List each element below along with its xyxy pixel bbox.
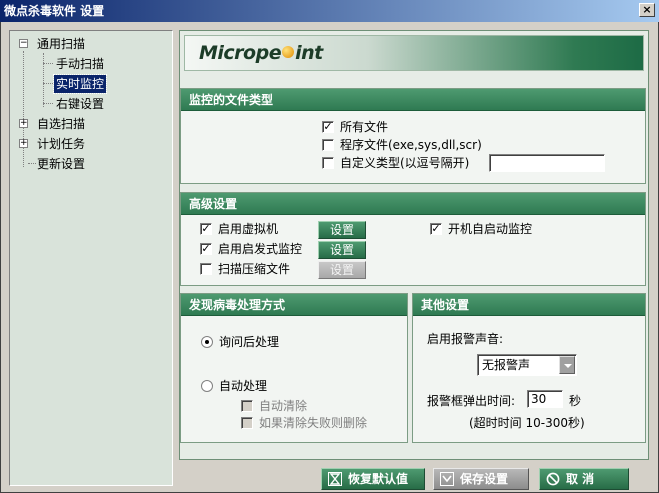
title-bar: 微点杀毒软件 设置 × [0,0,659,22]
expand-icon[interactable]: + [19,139,28,148]
checkmark-icon[interactable]: ✓ [200,243,212,255]
tree-item-label: 手动扫描 [56,57,105,71]
timeout-note: (超时时间 10-300秒) [469,416,585,430]
tree-item-label: 通用扫描 [37,37,86,51]
heuristic-settings-button[interactable]: 设置 [318,241,366,259]
alarm-sound-label: 启用报警声音: [427,332,504,346]
tree-connector [43,53,44,107]
tree-item-label: 更新设置 [37,157,86,171]
custom-types-input[interactable] [489,154,605,172]
tree-connector [43,103,53,104]
tree-connector [43,63,53,64]
settings-panel: Micrope int 监控的文件类型 ✓ 所有文件 程序文件(exe,sys,d… [179,30,649,460]
vm-settings-button[interactable]: 设置 [318,221,366,239]
advanced-section: 高级设置 ✓ 启用虚拟机 设置 ✓ 启用启发式监控 设置 扫描压缩文件 设置 ✓… [180,192,646,286]
dropdown-arrow-icon[interactable] [559,356,575,374]
tree-item-label: 计划任务 [37,137,86,151]
popup-time-unit: 秒 [569,394,582,408]
other-settings-section: 其他设置 启用报警声音: 无报警声 报警框弹出时间: 30 秒 (超时时间 10… [412,293,646,443]
compressed-settings-button: 设置 [318,261,366,279]
restore-defaults-button[interactable]: 恢复默认值 [321,468,425,490]
hourglass-icon [328,472,342,486]
tree-connector [43,83,53,84]
popup-time-label: 报警框弹出时间: [427,394,516,408]
tree-connector [23,51,24,167]
alarm-sound-select[interactable]: 无报警声 [477,354,577,376]
settings-window: − 通用扫描 手动扫描 实时监控 右键设置 + 自选扫描 + 计划任务 更新设置… [0,22,659,493]
tree-item-label: 自选扫描 [37,117,86,131]
file-types-section: 监控的文件类型 ✓ 所有文件 程序文件(exe,sys,dll,scr) 自定义… [180,88,646,184]
tree-item-label: 右键设置 [56,97,105,111]
logo-dot-icon [282,46,295,58]
checkmark-icon[interactable]: ✓ [322,121,334,133]
cancel-button[interactable]: 取 消 [539,468,629,490]
micropoint-logo: Micrope int [199,42,323,64]
popup-time-input[interactable]: 30 [527,390,563,408]
collapse-icon[interactable]: − [19,39,28,48]
settings-tree: − 通用扫描 手动扫描 实时监控 右键设置 + 自选扫描 + 计划任务 更新设置 [9,30,173,486]
tree-item-label: 实时监控 [52,74,108,94]
section-title: 发现病毒处理方式 [181,294,407,316]
virus-handling-section: 发现病毒处理方式 询问后处理 自动处理 自动清除 如果清除失败则删除 [180,293,408,443]
close-button[interactable]: × [639,3,655,17]
section-title: 高级设置 [181,193,645,215]
expand-icon[interactable]: + [19,119,28,128]
save-icon [440,472,454,486]
brand-banner: Micrope int [184,35,644,71]
window-title: 微点杀毒软件 设置 [4,4,105,18]
save-settings-button[interactable]: 保存设置 [433,468,529,490]
section-title: 监控的文件类型 [181,89,645,111]
cancel-icon [546,472,560,486]
section-title: 其他设置 [413,294,645,316]
checkmark-icon[interactable]: ✓ [200,223,212,235]
checkmark-icon[interactable]: ✓ [430,223,442,235]
